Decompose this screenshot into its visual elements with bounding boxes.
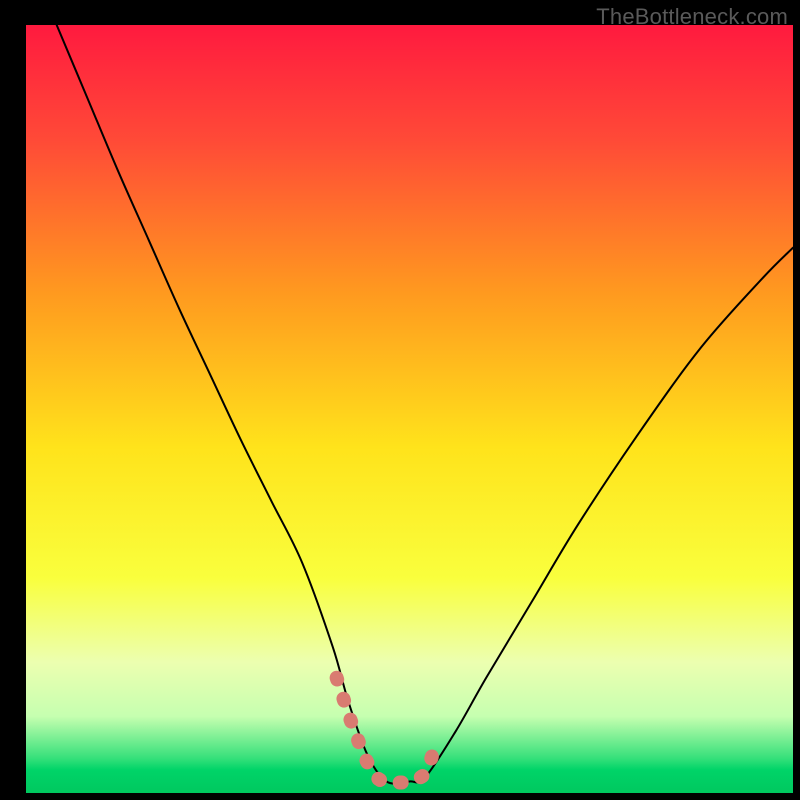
watermark-text: TheBottleneck.com	[596, 4, 788, 30]
plot-background	[26, 25, 793, 793]
bottleneck-chart	[0, 0, 800, 800]
chart-frame: { "watermark": "TheBottleneck.com", "cha…	[0, 0, 800, 800]
